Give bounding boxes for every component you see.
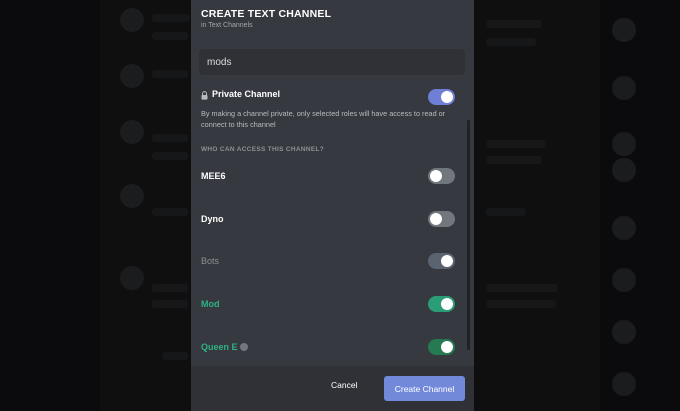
private-channel-label: Private Channel (212, 89, 281, 99)
modal-scrollbar[interactable] (467, 120, 470, 350)
create-channel-button[interactable]: Create Channel (384, 376, 465, 401)
role-toggle-mee6[interactable] (428, 168, 455, 184)
modal-footer: Cancel Create Channel (191, 366, 474, 411)
role-row-mod: Mod (201, 296, 465, 314)
role-label: Queen E (201, 342, 248, 352)
role-label: Bots (201, 256, 220, 266)
private-channel-row: Private Channel (201, 89, 465, 105)
lock-icon (201, 91, 208, 100)
role-label: Mod (201, 299, 220, 309)
toggle-knob (430, 213, 442, 225)
role-label: Dyno (201, 214, 224, 224)
role-toggle-bots[interactable] (428, 253, 455, 269)
role-icon (239, 343, 248, 351)
role-row-bots: Bots (201, 253, 465, 271)
private-channel-description: By making a channel private, only select… (201, 109, 446, 129)
toggle-knob (441, 91, 453, 103)
channel-name-input[interactable] (199, 49, 465, 75)
cancel-button[interactable]: Cancel (331, 380, 357, 390)
toggle-knob (430, 170, 442, 182)
toggle-knob (441, 255, 453, 267)
access-heading: WHO CAN ACCESS THIS CHANNEL? (201, 146, 324, 153)
role-label: MEE6 (201, 171, 226, 181)
create-channel-modal: CREATE TEXT CHANNEL in Text Channels Pri… (191, 0, 474, 411)
role-name: Queen E (201, 342, 238, 352)
role-row-queen-e: Queen E (201, 339, 465, 357)
role-toggle-queen-e[interactable] (428, 339, 455, 355)
role-toggle-dyno[interactable] (428, 211, 455, 227)
modal-header: CREATE TEXT CHANNEL in Text Channels (201, 8, 331, 29)
toggle-knob (441, 298, 453, 310)
private-channel-toggle[interactable] (428, 89, 455, 105)
toggle-knob (441, 341, 453, 353)
role-row-dyno: Dyno (201, 211, 465, 229)
modal-title: CREATE TEXT CHANNEL (201, 8, 332, 20)
role-toggle-mod[interactable] (428, 296, 455, 312)
role-row-mee6: MEE6 (201, 168, 465, 186)
modal-subtitle: in Text Channels (201, 22, 253, 29)
